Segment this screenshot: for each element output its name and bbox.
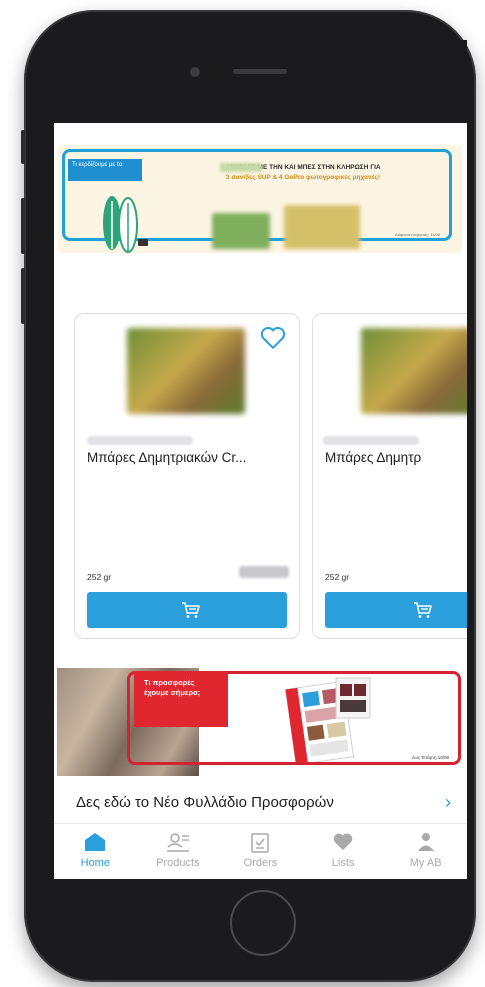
new-leaflet-link[interactable]: Δες εδώ το Νέο Φυλλάδιο Προσφορών › [54, 778, 467, 826]
blurred-product-2 [284, 205, 360, 249]
home-icon [85, 833, 106, 851]
tab-home[interactable]: Home [54, 824, 137, 879]
volume-up-button [21, 198, 25, 254]
add-to-cart-button[interactable] [325, 592, 467, 628]
earpiece-speaker [233, 69, 287, 74]
tab-products[interactable]: Products [137, 824, 220, 879]
promo-banner-leaflet[interactable]: Τι προσφορές έχουμε σήμερα; έως Τετάρτη … [57, 668, 465, 776]
mute-switch [21, 130, 25, 164]
blurred-price [239, 566, 289, 578]
cart-icon [182, 602, 200, 618]
product-weight: 252 gr [325, 572, 350, 582]
product-weight: 252 gr [87, 572, 112, 582]
banner-footnote: Διάρκεια ενέργειας: 11/08 [395, 232, 440, 237]
product-card[interactable]: Μπάρες Δημητρ 252 gr [312, 313, 467, 639]
cart-icon [414, 602, 432, 618]
banner-headline-text: ΑΓΟΡΑΣΕ ΜΕ ΤΗΝ ΚΑΙ ΜΠΕΣ ΣΤΗΝ ΚΛΗΡΩΣΗ ΓΙΑ [225, 164, 381, 171]
tab-orders-label: Orders [243, 857, 278, 869]
orders-icon [251, 833, 270, 853]
product-name: Μπάρες Δημητριακών Cr... [87, 450, 247, 465]
sup-boards-illustration [103, 196, 148, 253]
leaflet-footnote: έως Τετάρτη 10/08 [412, 755, 449, 760]
tab-products-label: Products [156, 857, 200, 869]
blurred-product-1 [212, 213, 270, 249]
tab-lists[interactable]: Lists [302, 824, 385, 879]
blurred-brand-name [87, 436, 193, 445]
home-hardware-button[interactable] [230, 890, 296, 956]
tab-my-ab[interactable]: My AB [384, 824, 467, 879]
banner-subline: 3 σανίδες SUP & 4 GoPro φωτογραφικές μηχ… [225, 173, 381, 181]
tab-home-label: Home [80, 857, 110, 869]
product-image [361, 328, 467, 414]
app-screen: Τι κερδίζουμε με τα ΑΓΟΡΑΣΕ ΜΕ ΤΗΝ ΚΑΙ Μ… [54, 123, 467, 879]
product-name: Μπάρες Δημητρ [325, 450, 422, 465]
bottom-tab-bar: Home Products Orders Lists My AB [54, 823, 467, 879]
new-leaflet-label: Δες εδώ το Νέο Φυλλάδιο Προσφορών [76, 793, 334, 811]
promo-banner-contest[interactable]: Τι κερδίζουμε με τα ΑΓΟΡΑΣΕ ΜΕ ΤΗΝ ΚΑΙ Μ… [58, 145, 462, 253]
volume-down-button [21, 268, 25, 324]
products-icon [166, 833, 189, 852]
product-image [127, 328, 245, 414]
banner-tag: Τι κερδίζουμε με τα [68, 159, 142, 181]
blurred-brand-name [323, 436, 419, 445]
user-icon [417, 833, 434, 851]
front-camera [190, 67, 200, 77]
add-to-cart-button[interactable] [87, 592, 287, 628]
chevron-right-icon: › [445, 791, 451, 812]
phone-top-bezel [54, 40, 467, 123]
tab-lists-label: Lists [331, 857, 355, 869]
heart-icon [333, 833, 353, 851]
tab-orders[interactable]: Orders [219, 824, 302, 879]
favorite-heart-icon[interactable] [259, 326, 287, 350]
leaflet-tag: Τι προσφορές έχουμε σήμερα; [134, 671, 228, 727]
blurred-brand [220, 163, 262, 172]
product-card[interactable]: Μπάρες Δημητριακών Cr... 252 gr [74, 313, 300, 639]
tab-my-ab-label: My AB [409, 857, 442, 869]
banner-headline: ΑΓΟΡΑΣΕ ΜΕ ΤΗΝ ΚΑΙ ΜΠΕΣ ΣΤΗΝ ΚΛΗΡΩΣΗ ΓΙΑ… [158, 163, 448, 183]
leaflet-thumbnail [284, 677, 371, 762]
